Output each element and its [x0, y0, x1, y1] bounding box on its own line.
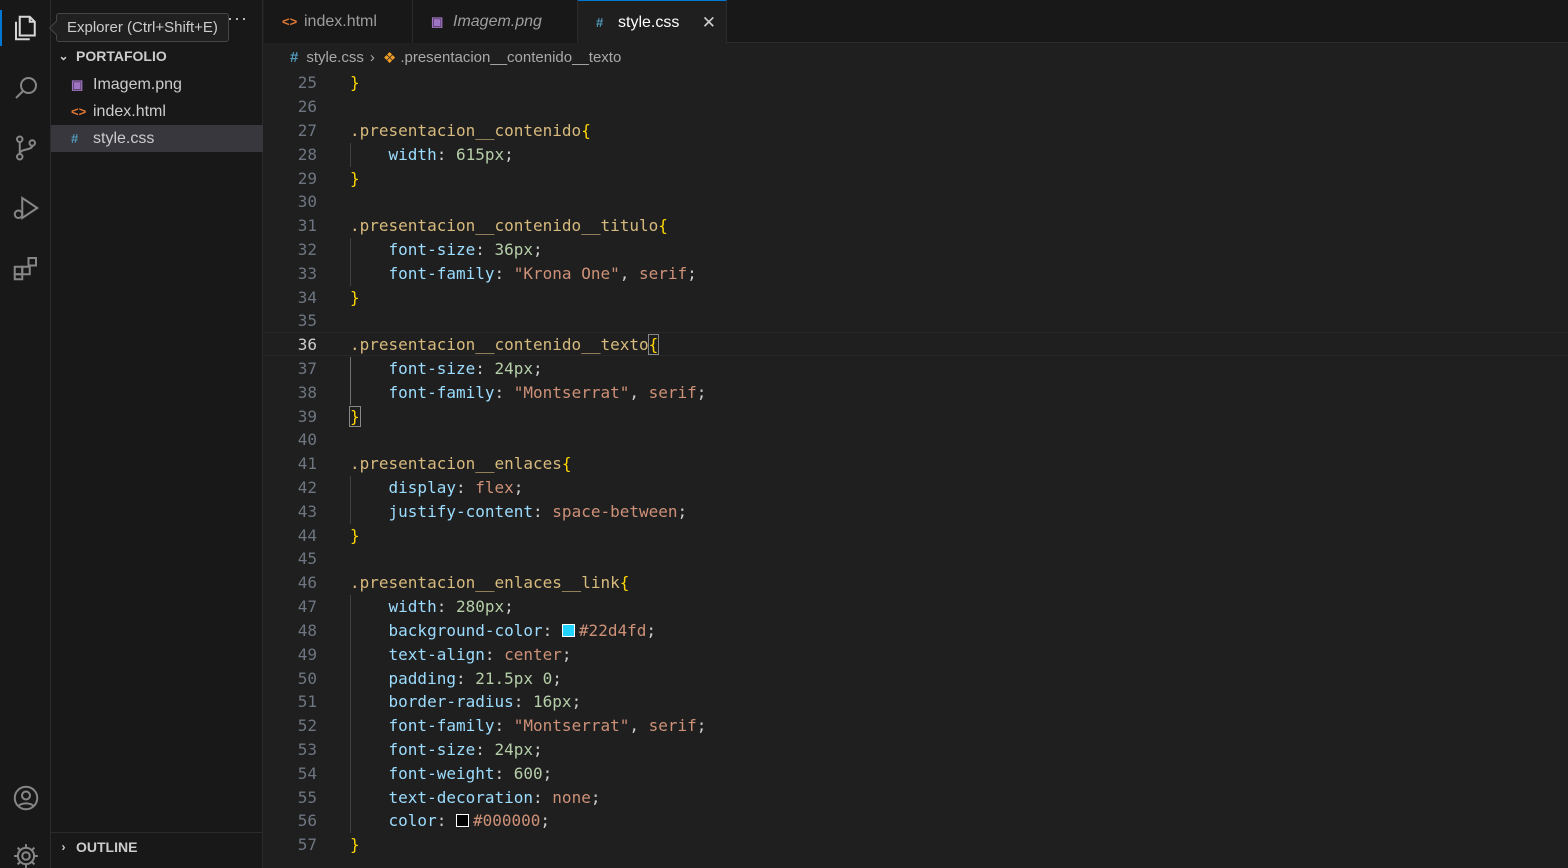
breadcrumb: # style.css › ❖ .presentacion__contenido…	[264, 44, 1568, 71]
code-line-current: 36 .presentacion__contenido__texto{	[264, 332, 1568, 356]
code-line: 38 font-family: "Montserrat", serif;	[297, 383, 707, 402]
code-line: 47 width: 280px;	[297, 597, 514, 616]
tab-label: Imagem.png	[453, 12, 542, 30]
tab-imagem-png[interactable]: ▣ Imagem.png	[413, 0, 578, 43]
accounts-icon[interactable]	[0, 774, 51, 822]
code-line: 57}	[297, 835, 360, 854]
settings-icon[interactable]	[0, 832, 51, 868]
css-file-icon: #	[290, 49, 299, 66]
code-line: 43 justify-content: space-between;	[297, 502, 688, 521]
search-icon[interactable]	[0, 64, 51, 112]
explorer-sidebar: ··· ⌄ PORTAFOLIO ▣ Imagem.png <> index.h…	[51, 0, 263, 868]
code-line: 34}	[297, 288, 360, 307]
tab-style-css[interactable]: # style.css ✕	[578, 0, 727, 44]
source-control-icon[interactable]	[0, 124, 51, 172]
code-line: 33 font-family: "Krona One", serif;	[297, 264, 697, 283]
code-line: 28 width: 615px;	[297, 145, 514, 164]
file-name: index.html	[93, 102, 166, 120]
code-line: 44}	[297, 526, 360, 545]
folder-header[interactable]: ⌄ PORTAFOLIO	[51, 43, 263, 69]
chevron-right-icon: ›	[369, 49, 375, 66]
code-line: 25}	[297, 73, 360, 92]
run-debug-icon[interactable]	[0, 184, 51, 232]
code-line: 53 font-size: 24px;	[297, 740, 543, 759]
code-line: 30	[297, 192, 317, 211]
code-line: 42 display: flex;	[297, 478, 524, 497]
tab-label: style.css	[618, 13, 680, 31]
code-line: 35	[297, 311, 317, 330]
css-file-icon: #	[596, 15, 604, 30]
code-line: 27 .presentacion__contenido{	[297, 121, 591, 140]
code-line: 29}	[297, 169, 360, 188]
explorer-icon[interactable]	[0, 4, 51, 52]
image-file-icon: ▣	[431, 13, 444, 29]
code-line: 54 font-weight: 600;	[297, 764, 553, 783]
css-file-icon: #	[71, 131, 79, 146]
code-line: 39}	[297, 406, 361, 427]
close-icon[interactable]: ✕	[702, 13, 716, 33]
outline-header[interactable]: › OUTLINE	[51, 834, 263, 860]
chevron-right-icon: ›	[61, 840, 66, 854]
explorer-tooltip: Explorer (Ctrl+Shift+E)	[56, 13, 229, 42]
html-file-icon: <>	[282, 14, 298, 29]
code-line: 40	[297, 430, 317, 449]
symbol-class-icon: ❖	[382, 49, 397, 67]
folder-name: PORTAFOLIO	[76, 48, 167, 64]
file-name: style.css	[93, 129, 155, 147]
code-line: 48 background-color: #22d4fd;	[297, 621, 656, 640]
code-line: 26	[297, 97, 317, 116]
code-line: 45	[297, 549, 317, 568]
code-line: 46 .presentacion__enlaces__link{	[297, 573, 630, 592]
extensions-icon[interactable]	[0, 244, 51, 292]
color-swatch-cyan[interactable]	[561, 624, 575, 637]
code-line: 37 font-size: 24px;	[297, 359, 543, 378]
file-name: Imagem.png	[93, 75, 182, 93]
image-file-icon: ▣	[71, 76, 84, 92]
code-line: 56 color: #000000;	[297, 811, 551, 830]
divider	[51, 832, 263, 833]
activity-bar	[0, 0, 51, 868]
color-swatch-black[interactable]	[455, 814, 469, 827]
outline-label: OUTLINE	[76, 839, 138, 855]
editor-tabs: <> index.html ▣ Imagem.png # style.css ✕	[264, 0, 1568, 44]
code-line: 50 padding: 21.5px 0;	[297, 669, 562, 688]
code-line: 31 .presentacion__contenido__titulo{	[297, 216, 668, 235]
file-item-style[interactable]: # style.css	[51, 125, 263, 152]
html-file-icon: <>	[71, 104, 87, 119]
code-line: 52 font-family: "Montserrat", serif;	[297, 716, 707, 735]
more-actions-icon[interactable]: ···	[227, 8, 248, 29]
code-line: 51 border-radius: 16px;	[297, 692, 582, 711]
code-line: 55 text-decoration: none;	[297, 788, 601, 807]
code-line: 32 font-size: 36px;	[297, 240, 543, 259]
breadcrumb-symbol[interactable]: .presentacion__contenido__texto	[400, 49, 621, 66]
chevron-down-icon: ⌄	[58, 49, 69, 63]
tab-label: index.html	[304, 12, 377, 30]
code-line: 41 .presentacion__enlaces{	[297, 454, 572, 473]
file-item-imagem[interactable]: ▣ Imagem.png	[51, 71, 263, 98]
breadcrumb-file[interactable]: style.css	[306, 49, 364, 66]
file-item-index[interactable]: <> index.html	[51, 98, 263, 125]
code-editor[interactable]: 25} 26 27 .presentacion__contenido{ 28 wi…	[264, 71, 1568, 868]
code-line: 49 text-align: center;	[297, 645, 572, 664]
tab-index-html[interactable]: <> index.html	[264, 0, 413, 43]
